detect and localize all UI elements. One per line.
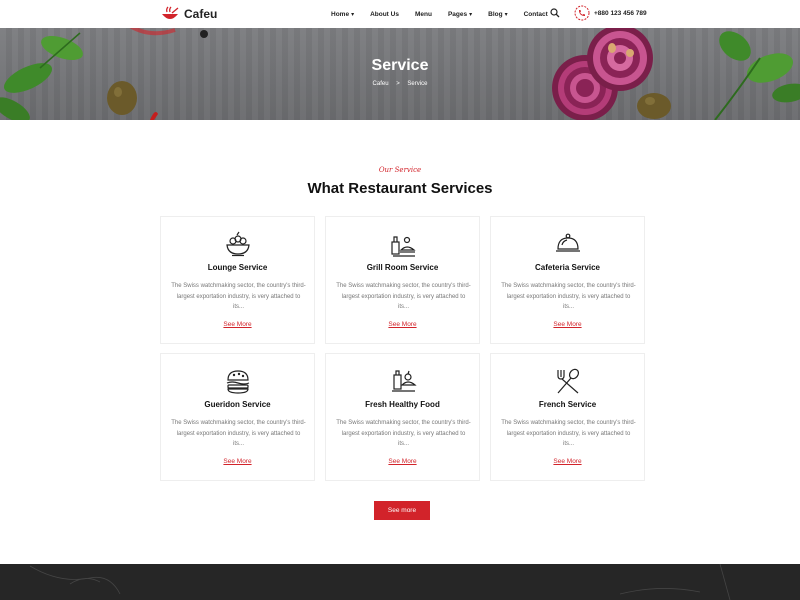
service-title: Gueridon Service (204, 400, 271, 409)
nav-item-label: Blog (488, 10, 503, 18)
chevron-down-icon: ▾ (351, 11, 355, 18)
chevron-down-icon: ▾ (504, 11, 508, 18)
nav-item-menu[interactable]: Menu (415, 11, 432, 18)
healthy-food-icon (392, 370, 417, 392)
service-card: Gueridon Service The Swiss watchmaking s… (160, 353, 315, 481)
section-title: What Restaurant Services (307, 180, 493, 197)
chevron-down-icon: ▾ (469, 11, 473, 18)
nav-item-label: Home (331, 10, 350, 18)
fork-spoon-icon (557, 368, 580, 394)
see-more-button[interactable]: See more (374, 501, 430, 520)
nav-item-about-us[interactable]: About Us (370, 11, 399, 18)
service-card: French Service The Swiss watchmaking sec… (490, 353, 645, 481)
phone-icon (574, 5, 590, 21)
service-description: The Swiss watchmaking sector, the countr… (336, 283, 471, 310)
service-title: French Service (538, 400, 597, 409)
phone-contact[interactable]: +880 123 456 789 (574, 5, 647, 21)
service-title: Lounge Service (207, 263, 268, 272)
service-description: The Swiss watchmaking sector, the countr… (171, 420, 306, 447)
main-nav: Home ▾ About Us Menu Pages ▾ Blog ▾ Cont… (331, 0, 564, 28)
nav-item-contact[interactable]: Contact (524, 11, 548, 18)
grill-room-icon (391, 236, 416, 257)
nav-item-label: Menu (414, 10, 432, 18)
logo[interactable]: Cafeu (160, 4, 217, 24)
page-hero-banner: Service Cafeu > Service (0, 28, 800, 120)
service-card: Grill Room Service The Swiss watchmaking… (325, 216, 480, 344)
site-footer (0, 564, 800, 600)
phone-number: +880 123 456 789 (594, 9, 647, 17)
nav-item-pages[interactable]: Pages ▾ (448, 11, 472, 18)
brand-name: Cafeu (184, 7, 218, 21)
service-description: The Swiss watchmaking sector, the countr… (501, 283, 636, 310)
breadcrumb-current: Service (407, 81, 428, 87)
cloche-icon (556, 233, 580, 252)
service-card: Fresh Healthy Food The Swiss watchmaking… (325, 353, 480, 481)
search-icon[interactable] (550, 8, 560, 18)
see-more-link[interactable]: See More (491, 321, 644, 328)
nav-item-label: Contact (523, 10, 548, 18)
see-more-link[interactable]: See More (326, 321, 479, 328)
service-description: The Swiss watchmaking sector, the countr… (501, 420, 636, 447)
nav-item-label: About Us (370, 10, 399, 18)
service-card: Cafeteria Service The Swiss watchmaking … (490, 216, 645, 344)
see-more-link[interactable]: See More (326, 458, 479, 465)
service-description: The Swiss watchmaking sector, the countr… (336, 420, 471, 447)
breadcrumb-separator: > (396, 81, 400, 87)
see-more-link[interactable]: See More (161, 321, 314, 328)
page-title: Service (371, 57, 429, 74)
breadcrumb: Cafeu > Service (0, 81, 800, 87)
section-subtitle: Our Service (378, 166, 422, 174)
footer-decorative-sketch (29, 564, 731, 600)
burger-icon (226, 370, 250, 394)
service-title: Cafeteria Service (535, 263, 600, 272)
site-header: Cafeu Home ▾ About Us Menu Pages ▾ Blog … (0, 0, 800, 28)
service-card: Lounge Service The Swiss watchmaking sec… (160, 216, 315, 344)
nav-item-home[interactable]: Home ▾ (331, 11, 354, 18)
breadcrumb-home-link[interactable]: Cafeu (373, 81, 389, 87)
nav-item-blog[interactable]: Blog ▾ (488, 11, 507, 18)
see-more-link[interactable]: See More (491, 458, 644, 465)
bowl-logo-icon (162, 6, 179, 19)
service-description: The Swiss watchmaking sector, the countr… (171, 283, 306, 310)
service-title: Grill Room Service (366, 263, 439, 272)
salad-bowl-icon (226, 231, 250, 257)
see-more-link[interactable]: See More (161, 458, 314, 465)
service-title: Fresh Healthy Food (365, 400, 440, 409)
nav-item-label: Pages (447, 10, 468, 18)
